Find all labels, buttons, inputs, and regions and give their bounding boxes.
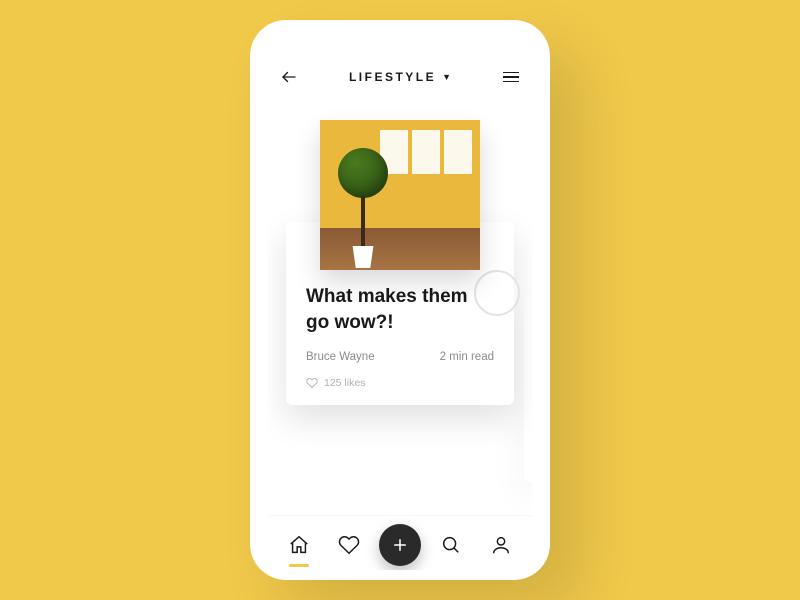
- nav-add-button[interactable]: [379, 524, 421, 566]
- heart-icon: [306, 377, 318, 389]
- tree-illustration: [338, 148, 388, 268]
- nav-profile[interactable]: [481, 525, 521, 565]
- category-title: LIFESTYLE: [349, 70, 436, 84]
- article-read-time: 2 min read: [440, 351, 494, 363]
- likes-row[interactable]: 125 likes: [306, 377, 494, 389]
- menu-icon: [503, 72, 519, 74]
- nav-favorites[interactable]: [329, 525, 369, 565]
- touch-indicator: [474, 270, 520, 316]
- home-icon: [288, 534, 310, 556]
- back-button[interactable]: [278, 66, 300, 88]
- likes-count: 125 likes: [324, 377, 365, 389]
- next-card-peek[interactable]: [524, 292, 532, 482]
- article-image[interactable]: [320, 120, 480, 270]
- heart-outline-icon: [338, 534, 360, 556]
- category-dropdown[interactable]: LIFESTYLE ▼: [349, 70, 451, 84]
- back-arrow-icon: [280, 68, 298, 86]
- screen: LIFESTYLE ▼ What makes them go wow?!: [268, 60, 532, 570]
- phone-frame: LIFESTYLE ▼ What makes them go wow?!: [250, 20, 550, 580]
- content-area: What makes them go wow?! Bruce Wayne 2 m…: [268, 102, 532, 515]
- article-author: Bruce Wayne: [306, 351, 375, 363]
- plus-icon: [391, 536, 409, 554]
- article-meta: Bruce Wayne 2 min read: [306, 351, 494, 363]
- bottom-nav: [268, 515, 532, 570]
- header: LIFESTYLE ▼: [268, 60, 532, 102]
- caret-down-icon: ▼: [442, 72, 451, 82]
- profile-icon: [490, 534, 512, 556]
- search-icon: [440, 534, 462, 556]
- nav-search[interactable]: [431, 525, 471, 565]
- menu-button[interactable]: [500, 66, 522, 88]
- article-title: What makes them go wow?!: [306, 284, 494, 335]
- nav-home[interactable]: [279, 525, 319, 565]
